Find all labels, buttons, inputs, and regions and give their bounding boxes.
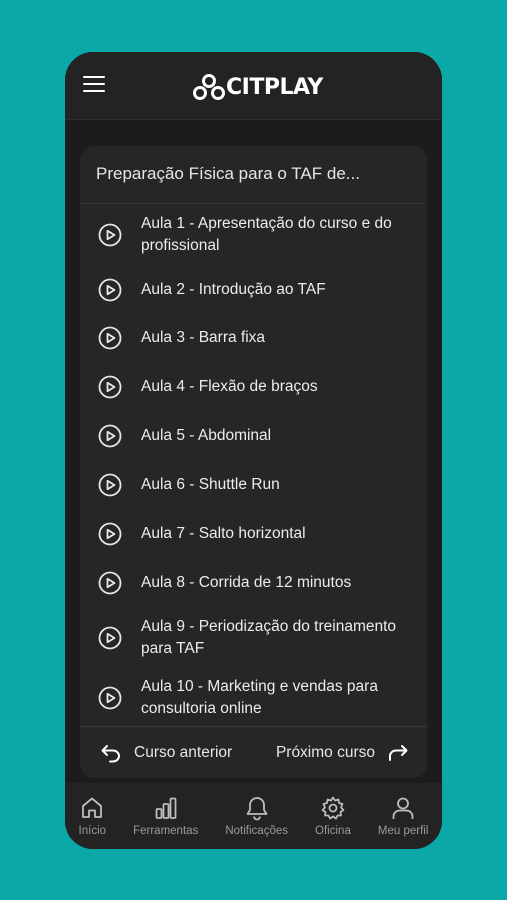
bar-chart-icon — [155, 797, 177, 819]
redo-arrow-icon — [389, 744, 408, 761]
lesson-label: Aula 9 - Periodização do treinamento par… — [141, 617, 397, 657]
tab-label: Meu perfil — [377, 825, 429, 837]
play-circle-icon — [98, 686, 122, 710]
lesson-item[interactable]: Aula 7 - Salto horizontal — [80, 509, 427, 558]
tab-inicio[interactable]: Início — [78, 795, 107, 837]
previous-course-label: Curso anterior — [134, 743, 233, 761]
tab-notificacoes[interactable]: Notificações — [225, 795, 288, 837]
citplay-logo: CITPLAY — [193, 72, 323, 102]
lesson-label: Aula 2 - Introdução ao TAF — [141, 280, 326, 298]
lesson-label: Aula 10 - Marketing e vendas para consul… — [141, 678, 378, 717]
lesson-label: Aula 6 - Shuttle Run — [141, 475, 280, 493]
undo-arrow-icon — [101, 744, 120, 762]
lesson-item[interactable]: Aula 1 - Apresentação do curso e do prof… — [80, 204, 427, 266]
play-circle-icon — [98, 223, 122, 247]
next-course-button[interactable]: Próximo curso — [276, 743, 409, 763]
lesson-list: Aula 1 - Apresentação do curso e do prof… — [80, 204, 427, 728]
logo-text: CITPLAY — [226, 74, 323, 100]
logo-mark-icon — [193, 74, 225, 100]
lesson-item[interactable]: Aula 10 - Marketing e vendas para consul… — [80, 668, 427, 728]
tab-oficina[interactable]: Oficina — [315, 795, 351, 837]
course-card: Preparação Física para o TAF de... Aula … — [80, 146, 427, 778]
lesson-label: Aula 8 - Corrida de 12 minutos — [141, 573, 352, 591]
lesson-label: Aula 7 - Salto horizontal — [141, 524, 306, 542]
bottom-tab-bar: Início Ferramentas Notificações Oficina … — [65, 783, 442, 849]
tab-label: Notificações — [225, 825, 288, 837]
course-navigation: Curso anterior Próximo curso — [80, 726, 427, 778]
lesson-label: Aula 3 - Barra fixa — [141, 328, 266, 346]
play-circle-icon — [98, 375, 122, 398]
tab-label: Oficina — [315, 825, 351, 837]
lesson-item[interactable]: Aula 8 - Corrida de 12 minutos — [80, 558, 427, 607]
hamburger-menu-icon[interactable] — [83, 76, 105, 92]
phone-frame: CITPLAY Preparação Física para o TAF de.… — [65, 52, 442, 849]
play-circle-icon — [98, 571, 122, 594]
play-circle-icon — [98, 626, 122, 649]
tab-meu-perfil[interactable]: Meu perfil — [377, 795, 429, 837]
lesson-item[interactable]: Aula 4 - Flexão de braços — [80, 362, 427, 411]
previous-course-button[interactable]: Curso anterior — [100, 743, 232, 763]
lesson-item[interactable]: Aula 5 - Abdominal — [80, 411, 427, 460]
lesson-item[interactable]: Aula 6 - Shuttle Run — [80, 460, 427, 509]
tab-label: Ferramentas — [133, 825, 199, 837]
lesson-label: Aula 5 - Abdominal — [141, 426, 272, 444]
tab-label: Início — [78, 825, 107, 837]
play-circle-icon — [98, 326, 122, 349]
lesson-item[interactable]: Aula 3 - Barra fixa — [80, 313, 427, 362]
course-title: Preparação Física para o TAF de... — [80, 146, 427, 204]
tab-ferramentas[interactable]: Ferramentas — [133, 795, 198, 837]
play-circle-icon — [98, 278, 122, 301]
play-circle-icon — [98, 522, 122, 545]
lesson-item[interactable]: Aula 2 - Introdução ao TAF — [80, 266, 427, 313]
lesson-label: Aula 1 - Apresentação do curso e do prof… — [141, 215, 392, 254]
bell-icon — [246, 797, 268, 821]
app-header: CITPLAY — [65, 52, 442, 120]
play-circle-icon — [98, 424, 122, 447]
gear-icon — [321, 796, 345, 820]
home-icon — [82, 797, 103, 818]
user-icon — [392, 797, 414, 819]
lesson-label: Aula 4 - Flexão de braços — [141, 377, 318, 395]
lesson-item[interactable]: Aula 9 - Periodização do treinamento par… — [80, 607, 427, 668]
next-course-label: Próximo curso — [275, 743, 375, 761]
play-circle-icon — [98, 473, 122, 496]
